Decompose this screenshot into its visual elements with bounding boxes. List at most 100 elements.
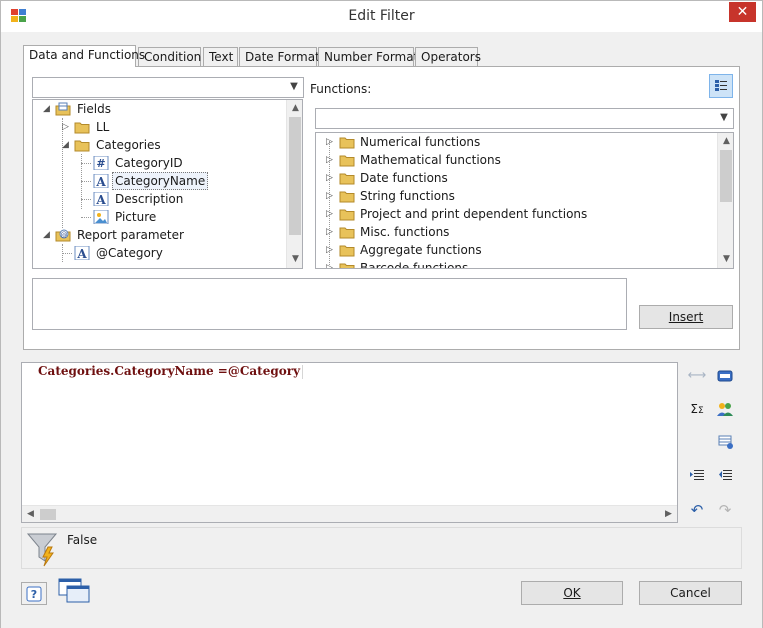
list-view-icon xyxy=(715,80,727,91)
tree-item-categoryname[interactable]: A CategoryName xyxy=(33,172,283,190)
close-button[interactable]: ✕ xyxy=(729,2,756,22)
function-category[interactable]: ▷ Misc. functions xyxy=(316,223,714,241)
filter-funnel-icon xyxy=(26,533,58,567)
field-chooser-button[interactable] xyxy=(714,365,736,387)
folder-icon xyxy=(339,191,355,203)
users-icon xyxy=(717,403,733,416)
folder-icon xyxy=(339,137,355,149)
tab-operators[interactable]: Operators xyxy=(415,47,481,66)
help-icon: ? xyxy=(26,586,42,602)
tree-item-label: Categories xyxy=(96,138,161,152)
expand-icon[interactable]: ▷ xyxy=(326,151,336,169)
wrap-icon[interactable]: ⟷ xyxy=(686,365,708,387)
result-value: False xyxy=(67,533,98,547)
scrollbar-thumb[interactable] xyxy=(720,150,732,202)
function-category[interactable]: ▷ Date functions xyxy=(316,169,714,187)
tree-item-label: Picture xyxy=(115,210,157,224)
expand-icon[interactable]: ▷ xyxy=(326,241,336,259)
scroll-right-icon[interactable]: ▶ xyxy=(660,506,677,523)
text-field-icon: A xyxy=(74,246,90,260)
function-category-label: Aggregate functions xyxy=(360,243,482,257)
scroll-left-icon[interactable]: ◀ xyxy=(22,506,39,523)
text-cursor xyxy=(302,365,303,379)
function-category[interactable]: ▷ Mathematical functions xyxy=(316,151,714,169)
scroll-down-icon[interactable]: ▼ xyxy=(287,251,302,268)
function-category[interactable]: ▷ Numerical functions xyxy=(316,133,714,151)
editor-horizontal-scrollbar[interactable]: ◀ ▶ xyxy=(22,505,677,522)
function-category[interactable]: ▷ String functions xyxy=(316,187,714,205)
svg-text:@: @ xyxy=(61,231,68,239)
users-button[interactable] xyxy=(714,398,736,420)
expand-icon[interactable]: ▷ xyxy=(326,133,336,151)
folder-icon xyxy=(339,263,355,268)
fields-tree-scrollbar[interactable]: ▲ ▼ xyxy=(286,100,302,268)
collapse-icon[interactable]: ◢ xyxy=(62,136,72,154)
tree-item-categories[interactable]: ◢ Categories xyxy=(33,136,283,154)
svg-text:A: A xyxy=(95,193,106,206)
tree-item-fields[interactable]: ◢ Fields xyxy=(33,100,283,118)
insert-button[interactable]: Insert xyxy=(639,305,733,329)
ok-button[interactable]: OK xyxy=(521,581,623,605)
scroll-up-icon[interactable]: ▲ xyxy=(718,133,733,150)
undo-icon[interactable]: ↶ xyxy=(686,499,708,521)
scrollbar-thumb[interactable] xyxy=(289,117,301,235)
tree-item-categoryid[interactable]: # CategoryID xyxy=(33,154,283,172)
svg-text:?: ? xyxy=(31,588,37,601)
function-category[interactable]: ▷ Aggregate functions xyxy=(316,241,714,259)
text-field-icon: A xyxy=(93,192,109,206)
collapse-icon[interactable]: ◢ xyxy=(43,100,53,118)
tab-text[interactable]: Text xyxy=(203,47,238,66)
svg-text:#: # xyxy=(96,157,105,170)
collapse-icon[interactable]: ◢ xyxy=(43,226,53,244)
windows-icon[interactable] xyxy=(57,578,91,604)
tree-item-label: Description xyxy=(115,192,184,206)
expand-icon[interactable]: ▷ xyxy=(326,223,336,241)
tab-date-format[interactable]: Date Format xyxy=(239,47,320,66)
expand-icon[interactable]: ▷ xyxy=(62,118,72,136)
tree-item-picture[interactable]: Picture xyxy=(33,208,283,226)
outdent-icon[interactable] xyxy=(714,464,736,486)
functions-tree-scrollbar[interactable]: ▲ ▼ xyxy=(717,133,733,268)
tree-item-category-param[interactable]: A @Category xyxy=(33,244,283,262)
function-category[interactable]: ▷ Project and print dependent functions xyxy=(316,205,714,223)
indent-icon[interactable] xyxy=(686,464,708,486)
expand-icon[interactable]: ▷ xyxy=(326,259,336,268)
window-title: Edit Filter xyxy=(348,8,415,24)
cancel-button[interactable]: Cancel xyxy=(639,581,742,605)
function-category-label: Barcode functions xyxy=(360,261,469,269)
view-toggle-button[interactable] xyxy=(709,74,733,98)
redo-icon[interactable]: ↷ xyxy=(714,499,736,521)
svg-text:A: A xyxy=(95,175,106,188)
fields-tree[interactable]: ◢ Fields ▷ LL ◢ Categories # CategoryID … xyxy=(32,99,303,269)
database-button[interactable] xyxy=(714,431,736,453)
field-chooser-icon xyxy=(717,370,733,382)
tree-item-report-parameter[interactable]: ◢ @ Report parameter xyxy=(33,226,283,244)
tree-item-ll[interactable]: ▷ LL xyxy=(33,118,283,136)
expand-icon[interactable]: ▷ xyxy=(326,169,336,187)
functions-tree[interactable]: ▷ Numerical functions ▷ Mathematical fun… xyxy=(315,132,734,269)
folder-icon xyxy=(339,245,355,257)
number-field-icon: # xyxy=(93,156,109,170)
help-button[interactable]: ? xyxy=(21,582,47,605)
scroll-up-icon[interactable]: ▲ xyxy=(287,100,302,117)
function-category[interactable]: ▷ Barcode functions xyxy=(316,259,714,269)
tab-data-and-functions[interactable]: Data and Functions xyxy=(23,45,145,67)
tree-item-description[interactable]: A Description xyxy=(33,190,283,208)
dialog-body: Data and Functions Condition Text Date F… xyxy=(1,32,762,628)
fields-filter-combo[interactable]: ▼ xyxy=(32,77,304,98)
edit-filter-dialog: Edit Filter ✕ Data and Functions Conditi… xyxy=(0,0,763,628)
tab-condition[interactable]: Condition xyxy=(138,47,201,66)
functions-filter-combo[interactable]: ▼ xyxy=(315,108,734,129)
expression-editor[interactable]: Categories.CategoryName =@Category ◀ ▶ xyxy=(21,362,678,523)
functions-label: Functions: xyxy=(310,82,372,96)
scroll-down-icon[interactable]: ▼ xyxy=(718,251,733,268)
tree-item-label: CategoryID xyxy=(115,156,183,170)
expand-icon[interactable]: ▷ xyxy=(326,187,336,205)
expand-icon[interactable]: ▷ xyxy=(326,205,336,223)
tab-number-format[interactable]: Number Format xyxy=(318,47,418,66)
scrollbar-thumb[interactable] xyxy=(40,509,56,520)
sum-icon[interactable]: ΣΣ xyxy=(686,398,708,420)
folder-icon xyxy=(339,209,355,221)
function-category-label: Misc. functions xyxy=(360,225,450,239)
function-category-label: Mathematical functions xyxy=(360,153,501,167)
